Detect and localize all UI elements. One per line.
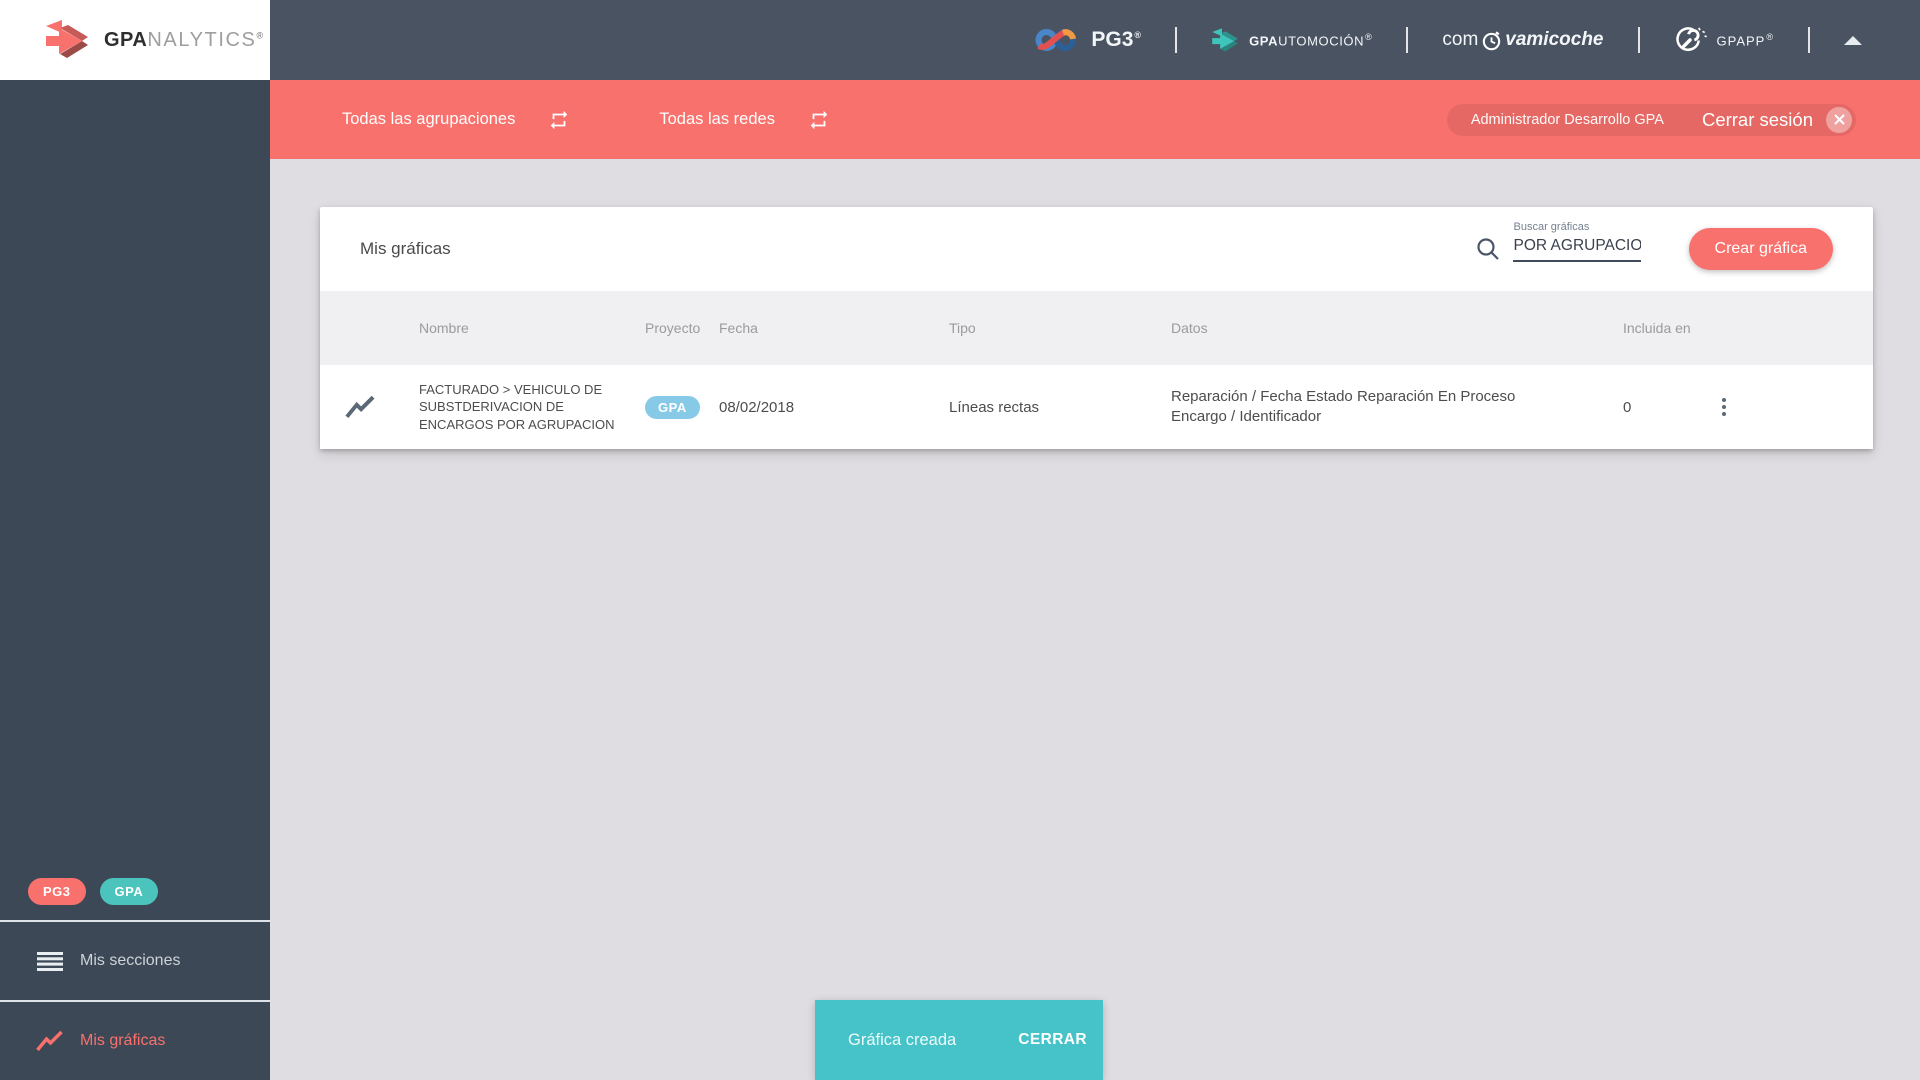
sidebar-badges: PG3 GPA	[0, 878, 270, 905]
column-header-fecha: Fecha	[719, 320, 758, 336]
pg3-logo: PG3®	[1035, 26, 1141, 54]
search-input[interactable]	[1512, 236, 1641, 262]
swap-icon	[810, 110, 828, 129]
search-icon	[1475, 236, 1501, 262]
pg3-logo-text: PG3®	[1091, 28, 1142, 51]
filter-redes-label: Todas las redes	[659, 110, 775, 128]
filter-agrupaciones-label: Todas las agrupaciones	[342, 110, 516, 128]
card-header: Mis gráficas Buscar gráficas Crear gráfi…	[320, 207, 1873, 291]
row-included-count: 0	[1623, 398, 1632, 416]
create-chart-button[interactable]: Crear gráfica	[1688, 228, 1833, 270]
gpautomocion-logo: GPAUTOMOCIÓN®	[1211, 27, 1373, 53]
row-chart-name: FACTURADO > VEHICULO DE SUBSTDERIVACION …	[419, 381, 615, 432]
logout-x-icon[interactable]	[1826, 106, 1852, 133]
logo-divider	[1637, 27, 1640, 53]
sidebar-item-mis-secciones[interactable]: Mis secciones	[0, 920, 270, 1000]
snackbar: Gráfica creada CERRAR	[815, 1000, 1103, 1080]
charts-icon	[36, 1030, 63, 1052]
comvamicoche-logo: com vamicoche	[1442, 29, 1603, 51]
clock-icon	[1481, 30, 1502, 51]
sections-icon	[36, 951, 63, 971]
sidebar-item-mis-graficas[interactable]: Mis gráficas	[0, 1000, 270, 1080]
logo-divider	[1406, 27, 1409, 53]
search-label: Buscar gráficas	[1513, 220, 1590, 233]
search-field: Buscar gráficas	[1512, 221, 1641, 262]
snackbar-close-button[interactable]: CERRAR	[1018, 1031, 1087, 1049]
row-project: GPA	[640, 395, 715, 419]
logo-divider	[1808, 27, 1810, 53]
gpa-analytics-logo-icon	[44, 20, 90, 60]
logout-button[interactable]: Cerrar sesión	[1702, 109, 1813, 131]
gpautomocion-logo-icon	[1211, 27, 1239, 53]
comvamicoche-logo-text-right: vamicoche	[1505, 29, 1604, 50]
gpapp-logo-text: GPAPP®	[1716, 31, 1774, 49]
column-header-incluida-en: Incluida en	[1623, 320, 1691, 336]
mis-graficas-card: Mis gráficas Buscar gráficas Crear gráfi…	[320, 207, 1873, 449]
column-header-proyecto: Proyecto	[645, 320, 701, 336]
sidebar-item-label: Mis secciones	[80, 952, 181, 969]
column-header-nombre: Nombre	[419, 320, 469, 336]
row-actions	[1700, 394, 1873, 421]
gpa-badge[interactable]: GPA	[99, 878, 159, 905]
filter-redes[interactable]: Todas las redes	[659, 109, 830, 131]
row-date: 08/02/2018	[719, 398, 795, 416]
page-title: Mis gráficas	[360, 239, 451, 258]
pg3-logo-icon	[1035, 26, 1079, 54]
chart-type-icon	[320, 395, 400, 419]
filter-agrupaciones[interactable]: Todas las agrupaciones	[342, 109, 570, 131]
gpapp-logo: GPAPP®	[1674, 25, 1774, 55]
user-name: Administrador Desarrollo GPA	[1470, 111, 1664, 128]
table-header: Nombre Proyecto Fecha Tipo Datos Incluid…	[320, 291, 1873, 365]
row-type: Líneas rectas	[949, 398, 1040, 416]
top-bar: PG3® GPAUTOMOCIÓN® com vamicoche GPAPP®	[270, 0, 1920, 80]
comvamicoche-logo-text-left: com	[1442, 29, 1479, 50]
gpa-analytics-logo[interactable]: GPANALYTICS®	[0, 0, 270, 80]
swap-icon	[551, 110, 568, 129]
project-badge: GPA	[645, 395, 700, 419]
gpautomocion-logo-text: GPAUTOMOCIÓN®	[1249, 31, 1373, 49]
gpapp-logo-icon	[1674, 25, 1707, 55]
snackbar-message: Gráfica creada	[848, 1030, 957, 1049]
filter-bar: Todas las agrupaciones Todas las redes A…	[270, 80, 1920, 159]
sidebar: GPANALYTICS® PG3 GPA Mis secciones Mis g…	[0, 0, 270, 1080]
row-data-fields: Reparación / Fecha Estado Reparación En …	[1171, 387, 1516, 425]
collapse-chevron-icon[interactable]	[1844, 35, 1862, 45]
user-session-pill: Administrador Desarrollo GPA Cerrar sesi…	[1446, 103, 1856, 136]
logo-divider	[1175, 27, 1178, 53]
main-content: Mis gráficas Buscar gráficas Crear gráfi…	[270, 159, 1920, 1080]
row-menu-button[interactable]	[1715, 394, 1733, 421]
column-header-tipo: Tipo	[949, 320, 976, 336]
table-row[interactable]: FACTURADO > VEHICULO DE SUBSTDERIVACION …	[320, 365, 1873, 449]
sidebar-item-label: Mis gráficas	[80, 1032, 166, 1049]
pg3-badge[interactable]: PG3	[28, 878, 86, 905]
column-header-datos: Datos	[1171, 319, 1208, 336]
gpa-analytics-logo-text: GPANALYTICS®	[104, 28, 264, 51]
partner-logos: PG3® GPAUTOMOCIÓN® com vamicoche GPAPP®	[1035, 25, 1920, 55]
